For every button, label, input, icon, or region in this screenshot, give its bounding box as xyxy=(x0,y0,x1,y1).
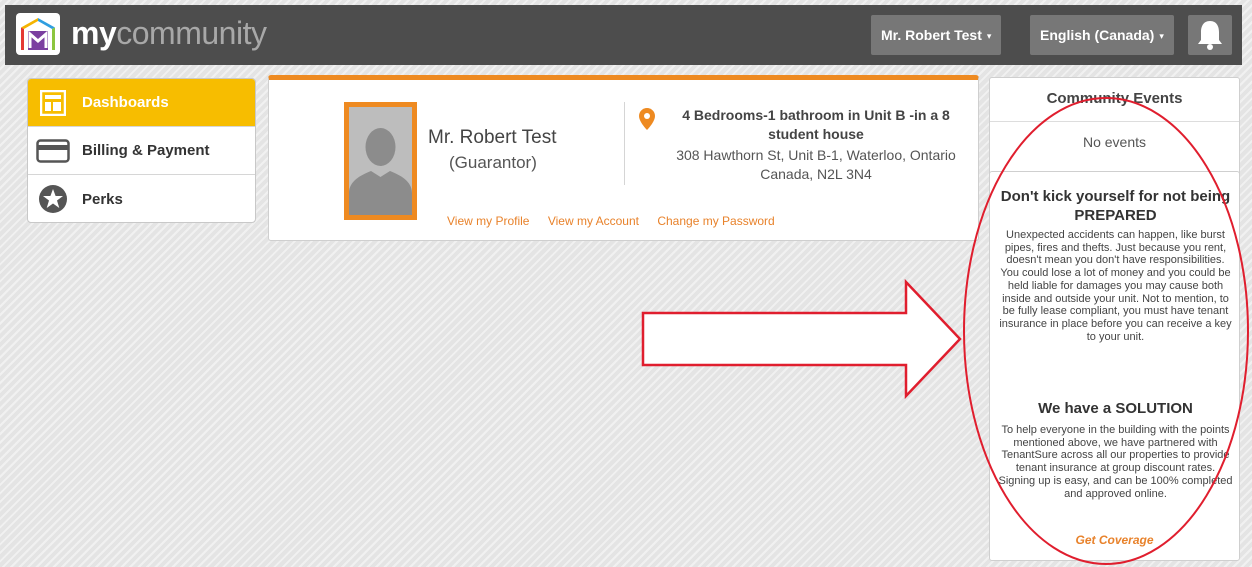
sidebar-item-label: Perks xyxy=(82,190,123,208)
sidebar-item-dashboards[interactable]: Dashboards xyxy=(28,79,255,127)
unit-address: 308 Hawthorn St, Unit B-1, Waterloo, Ont… xyxy=(676,147,956,182)
annotation-circle xyxy=(963,97,1249,565)
sidebar-item-label: Dashboards xyxy=(82,94,169,111)
divider xyxy=(624,102,625,185)
change-password-link[interactable]: Change my Password xyxy=(657,214,774,228)
user-menu-button[interactable]: Mr. Robert Test ▾ xyxy=(871,15,1002,55)
notifications-button[interactable] xyxy=(1188,15,1232,55)
map-pin-icon xyxy=(639,108,655,135)
language-menu-label: English (Canada) xyxy=(1040,27,1155,43)
sidebar-nav: Dashboards Billing & Payment Perks xyxy=(27,78,256,223)
sidebar-item-label: Billing & Payment xyxy=(82,142,210,159)
profile-name: Mr. Robert Test xyxy=(428,127,557,148)
person-silhouette-icon xyxy=(349,107,412,215)
sidebar-item-perks[interactable]: Perks xyxy=(28,175,255,222)
chevron-down-icon: ▾ xyxy=(1159,31,1164,42)
dashboard-icon xyxy=(36,88,70,118)
unit-title: 4 Bedrooms-1 bathroom in Unit B -in a 8 … xyxy=(682,107,950,142)
brand-name: mycommunity xyxy=(71,15,267,51)
credit-card-icon xyxy=(36,136,70,166)
view-profile-link[interactable]: View my Profile xyxy=(447,214,529,228)
top-bar: mycommunity Mr. Robert Test ▾ English (Ca… xyxy=(5,5,1242,65)
language-menu-button[interactable]: English (Canada) ▾ xyxy=(1030,15,1174,55)
bell-icon xyxy=(1198,21,1222,50)
sidebar-item-billing[interactable]: Billing & Payment xyxy=(28,127,255,175)
profile-card: Mr. Robert Test (Guarantor) 4 Bedrooms-1… xyxy=(268,75,979,241)
star-icon xyxy=(36,184,70,214)
chevron-down-icon: ▾ xyxy=(986,31,992,42)
profile-role: (Guarantor) xyxy=(449,153,537,172)
avatar[interactable] xyxy=(344,102,417,220)
annotation-arrow xyxy=(641,279,962,399)
user-menu-label: Mr. Robert Test xyxy=(881,27,982,43)
profile-links: View my Profile View my Account Change m… xyxy=(447,214,790,228)
view-account-link[interactable]: View my Account xyxy=(548,214,639,228)
logo-icon[interactable] xyxy=(16,13,60,55)
